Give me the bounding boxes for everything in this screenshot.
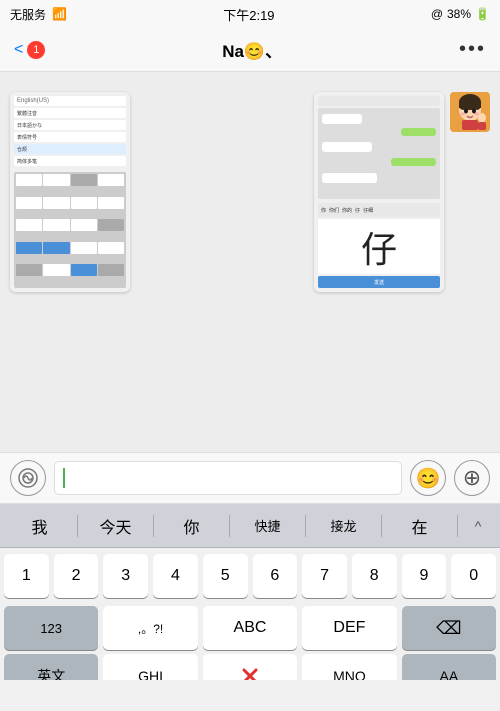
- status-left: 无服务 📶: [10, 6, 67, 23]
- emoji-icon: 😊: [416, 466, 441, 491]
- key-7[interactable]: 7: [302, 554, 347, 598]
- screenshot-thumbnail-left: English(US) 繁體注音 日本語かな 表情符号 仓颉 简体多笔: [10, 92, 130, 292]
- key-def[interactable]: DEF: [302, 606, 396, 650]
- unread-badge: 1: [27, 41, 45, 59]
- avatar: [450, 92, 490, 132]
- more-button[interactable]: •••: [459, 38, 486, 61]
- add-button[interactable]: ⊕: [454, 460, 490, 496]
- keyboard-main: 1 2 3 4 5 6 7 8 9 0 123 ,。?! ABC DEF ⌫: [0, 548, 500, 650]
- chat-message-right: 你你们你的仔仔细 仔 发送: [314, 92, 490, 292]
- back-button[interactable]: < 1: [14, 41, 45, 59]
- suggestion-divider-0: [77, 515, 78, 537]
- key-abc[interactable]: ABC: [203, 606, 297, 650]
- battery-label: 38%: [447, 7, 471, 21]
- suggestion-item-5[interactable]: 在: [386, 510, 453, 542]
- key-6[interactable]: 6: [253, 554, 298, 598]
- partial-key-3[interactable]: MNO: [302, 654, 396, 680]
- suggestion-item-1[interactable]: 今天: [82, 510, 149, 542]
- key-8[interactable]: 8: [352, 554, 397, 598]
- status-time: 下午2:19: [223, 5, 274, 24]
- status-bar: 无服务 📶 下午2:19 @ 38% 🔋: [0, 0, 500, 28]
- keyboard-row-2: 123 ,。?! ABC DEF ⌫: [4, 606, 496, 650]
- status-right: @ 38% 🔋: [431, 7, 490, 21]
- delete-key[interactable]: ⌫: [402, 606, 496, 650]
- suggestion-divider-5: [457, 515, 458, 537]
- keyboard-partial-row: 英文 GHI MNO AA: [0, 650, 500, 680]
- partial-key-1[interactable]: GHI: [103, 654, 197, 680]
- key-2[interactable]: 2: [54, 554, 99, 598]
- screenshot-thumbnail-right: 你你们你的仔仔细 仔 发送: [314, 92, 444, 292]
- input-bar: 😊 ⊕: [0, 452, 500, 504]
- suggestion-expand-button[interactable]: ^: [462, 510, 494, 542]
- chat-message-left: English(US) 繁體注音 日本語かな 表情符号 仓颉 简体多笔: [10, 92, 130, 292]
- suggestion-item-2[interactable]: 你: [158, 510, 225, 542]
- chat-title: Na😊、: [222, 37, 282, 62]
- text-cursor: [63, 468, 65, 488]
- key-9[interactable]: 9: [402, 554, 447, 598]
- suggestion-item-4[interactable]: 接龙: [310, 510, 377, 542]
- suggestion-item-3[interactable]: 快捷: [234, 510, 301, 542]
- battery-icon: 🔋: [475, 7, 490, 21]
- message-input[interactable]: [54, 461, 402, 495]
- emoji-button[interactable]: 😊: [410, 460, 446, 496]
- key-1[interactable]: 1: [4, 554, 49, 598]
- suggestion-divider-4: [381, 515, 382, 537]
- suggestion-divider-2: [229, 515, 230, 537]
- suggestion-item-0[interactable]: 我: [6, 510, 73, 542]
- key-punct[interactable]: ,。?!: [103, 606, 197, 650]
- plus-icon: ⊕: [463, 467, 481, 489]
- partial-key-4[interactable]: AA: [402, 654, 496, 680]
- wifi-icon: 📶: [52, 7, 67, 21]
- keyboard-row-1: 1 2 3 4 5 6 7 8 9 0: [4, 554, 496, 598]
- suggestion-bar: 我 今天 你 快捷 接龙 在 ^: [0, 504, 500, 548]
- partial-key-2[interactable]: [203, 654, 297, 680]
- key-5[interactable]: 5: [203, 554, 248, 598]
- location-icon: @: [431, 7, 443, 21]
- signal-label: 无服务: [10, 6, 46, 23]
- chat-area: English(US) 繁體注音 日本語かな 表情符号 仓颉 简体多笔: [0, 72, 500, 452]
- key-0[interactable]: 0: [451, 554, 496, 598]
- key-3[interactable]: 3: [103, 554, 148, 598]
- chevron-left-icon: <: [14, 41, 23, 59]
- suggestion-divider-3: [305, 515, 306, 537]
- suggestion-divider-1: [153, 515, 154, 537]
- key-123[interactable]: 123: [4, 606, 98, 650]
- partial-key-0[interactable]: 英文: [4, 654, 98, 680]
- key-4[interactable]: 4: [153, 554, 198, 598]
- nav-bar: < 1 Na😊、 •••: [0, 28, 500, 72]
- voice-button[interactable]: [10, 460, 46, 496]
